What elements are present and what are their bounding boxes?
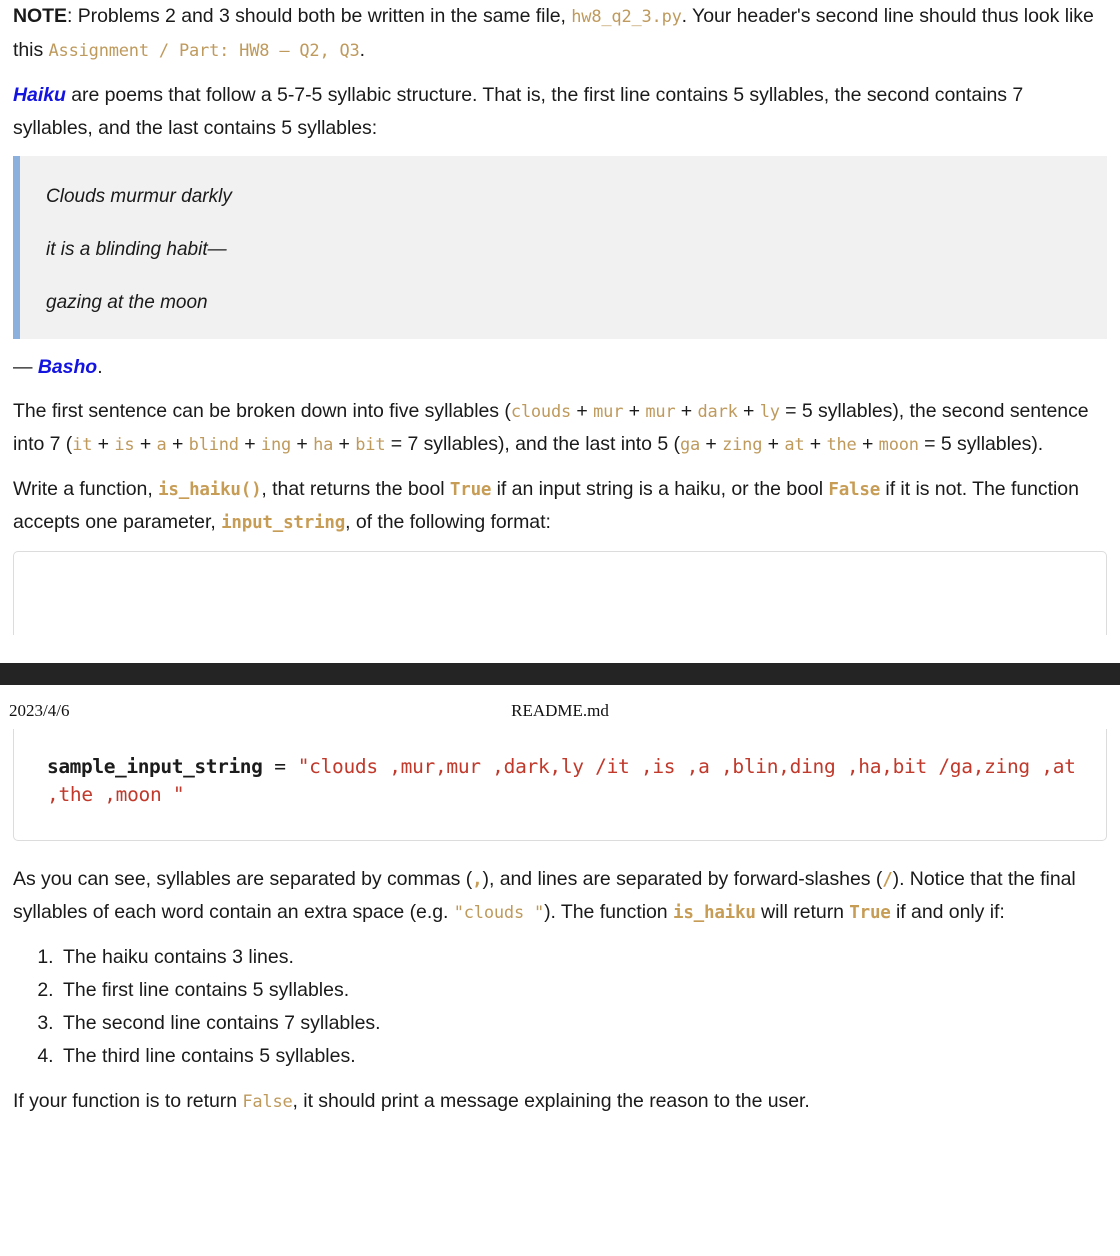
note-paragraph: NOTE: Problems 2 and 3 should both be wr…: [13, 0, 1107, 67]
code-input-string-param: input_string: [221, 513, 346, 533]
code-false: False: [828, 479, 881, 500]
plus-11: +: [700, 433, 723, 455]
plus-8: +: [238, 433, 261, 455]
function-text-3: if an input string is a haiku, or the bo…: [491, 477, 829, 500]
closing-paragraph: If your function is to return False, it …: [13, 1085, 1107, 1119]
haiku-link[interactable]: Haiku: [13, 84, 66, 106]
plus-13: +: [804, 433, 827, 455]
basho-link[interactable]: Basho: [38, 356, 97, 378]
plus-1: +: [571, 399, 594, 422]
haiku-line-2: it is a blinding habit—: [46, 239, 227, 260]
syllable-breakdown-paragraph: The first sentence can be broken down in…: [13, 395, 1107, 462]
code-header-line: Assignment / Part: HW8 – Q2, Q3: [48, 40, 360, 61]
list-item: The third line contains 5 syllables.: [59, 1040, 1107, 1073]
plus-2: +: [623, 399, 646, 422]
code-syllable-clouds: clouds: [510, 401, 572, 422]
code-block-top-fragment: [13, 550, 1107, 635]
page-break-gap: [0, 635, 1120, 663]
format-text-1: As you can see, syllables are separated …: [13, 867, 473, 890]
print-page-header: 2023/4/6 README.md: [0, 685, 1120, 729]
plus-6: +: [134, 433, 157, 455]
function-text-2: , that returns the bool: [261, 477, 450, 500]
code-is-haiku-call: is_haiku(): [158, 479, 262, 500]
code-false-2: False: [242, 1091, 293, 1112]
code-true-2: True: [849, 903, 891, 923]
plus-9: +: [291, 433, 314, 455]
haiku-intro-paragraph: Haiku are poems that follow a 5-7-5 syll…: [13, 79, 1107, 144]
list-item: The second line contains 7 syllables.: [59, 1007, 1107, 1040]
code-syllable-ly: ly: [759, 401, 780, 422]
code-syllable-dark: dark: [697, 401, 738, 422]
code-syllable-bit: bit: [355, 435, 386, 455]
code-token-operator: =: [262, 754, 298, 778]
haiku-line-1: Clouds murmur darkly: [46, 186, 232, 207]
code-syllable-blind: blind: [188, 435, 239, 455]
sample-input-code-block: sample_input_string = "clouds ,mur,mur ,…: [13, 728, 1107, 841]
haiku-blockquote: Clouds murmur darkly it is a blinding ha…: [13, 156, 1107, 339]
plus-4: +: [737, 399, 760, 422]
haiku-intro-text: are poems that follow a 5-7-5 syllabic s…: [13, 84, 1024, 139]
closing-text-2: , it should print a message explaining t…: [292, 1089, 810, 1112]
breakdown-text-1: The first sentence can be broken down in…: [13, 399, 511, 422]
haiku-line-3: gazing at the moon: [46, 292, 208, 313]
code-syllable-mur-2: mur: [645, 401, 676, 422]
plus-14: +: [856, 433, 879, 455]
breakdown-text-3: = 7 syllables), and the last into 5 (: [385, 433, 680, 455]
list-item: The first line contains 5 syllables.: [59, 974, 1107, 1007]
code-syllable-ing: ing: [260, 435, 292, 455]
attribution-dash: —: [13, 356, 38, 378]
function-text-1: Write a function,: [13, 477, 159, 500]
code-syllable-zing: zing: [722, 435, 763, 455]
markdown-document-page: NOTE: Problems 2 and 3 should both be wr…: [0, 0, 1120, 1118]
code-token-variable: sample_input_string: [47, 754, 263, 778]
code-syllable-moon: moon: [878, 435, 919, 455]
document-content-top: NOTE: Problems 2 and 3 should both be wr…: [0, 0, 1120, 540]
code-syllable-ga: ga: [679, 435, 701, 455]
code-syllable-a: a: [156, 435, 167, 455]
function-spec-paragraph: Write a function, is_haiku(), that retur…: [13, 473, 1107, 540]
format-explanation-paragraph: As you can see, syllables are separated …: [13, 863, 1107, 930]
code-slash-separator: /: [882, 869, 893, 890]
function-text-5: , of the following format:: [345, 511, 551, 533]
plus-3: +: [675, 399, 698, 422]
format-text-4: ). The function: [544, 901, 673, 923]
plus-7: +: [166, 433, 189, 455]
code-syllable-the: the: [826, 435, 857, 455]
code-comma-separator: ,: [472, 869, 483, 890]
closing-text-1: If your function is to return: [13, 1089, 243, 1112]
page-header-title: README.md: [511, 700, 609, 720]
attribution-paragraph: — Basho.: [13, 351, 1107, 384]
code-clouds-example: "clouds ": [453, 903, 545, 923]
format-text-6: if and only if:: [890, 901, 1005, 923]
page-break-separator: [0, 662, 1120, 685]
list-item: The haiku contains 3 lines.: [59, 941, 1107, 974]
document-content-bottom: As you can see, syllables are separated …: [0, 863, 1120, 1119]
code-syllable-it: it: [72, 435, 93, 455]
attribution-period: .: [97, 356, 103, 378]
code-is-haiku: is_haiku: [672, 903, 756, 923]
note-text-1: : Problems 2 and 3 should both be writte…: [66, 5, 572, 27]
format-text-5: will return: [755, 901, 850, 923]
breakdown-text-4: = 5 syllables).: [918, 433, 1044, 455]
code-syllable-at: at: [784, 435, 805, 455]
code-filename: hw8_q2_3.py: [571, 7, 682, 27]
code-syllable-is: is: [114, 435, 135, 455]
note-label: NOTE: [13, 5, 67, 27]
code-true: True: [449, 479, 492, 500]
plus-5: +: [92, 433, 115, 455]
haiku-rules-list: The haiku contains 3 lines. The first li…: [13, 941, 1107, 1073]
note-text-3: .: [359, 38, 365, 61]
format-text-2: ), and lines are separated by forward-sl…: [482, 867, 883, 890]
plus-10: +: [333, 433, 356, 455]
code-syllable-ha: ha: [313, 435, 334, 455]
code-syllable-mur-1: mur: [593, 401, 624, 422]
plus-12: +: [762, 433, 785, 455]
